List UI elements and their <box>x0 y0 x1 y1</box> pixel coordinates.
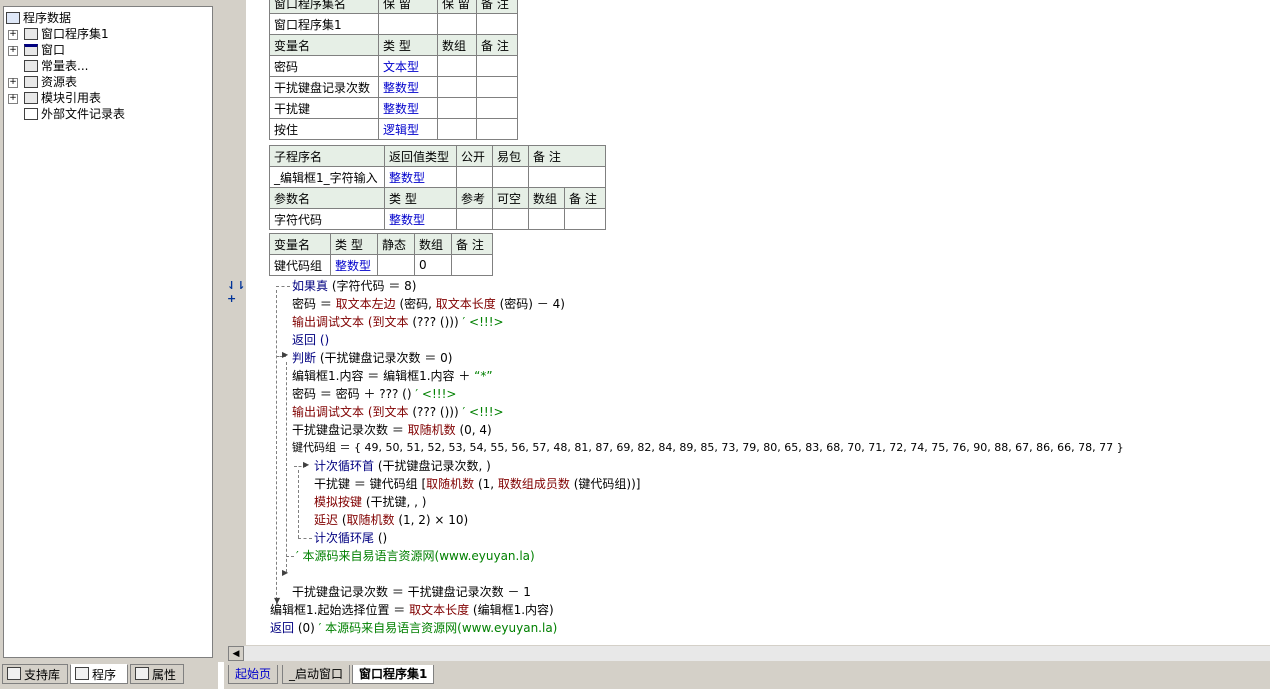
code-line[interactable]: 密码 ＝ 取文本左边 (密码, 取文本长度 (密码) － 4) <box>292 295 565 313</box>
table-row: 变量名 类 型 静态 数组 备 注 <box>269 233 493 255</box>
flow-marker-icon[interactable]: ⇃⇂ + <box>227 279 246 305</box>
code-line[interactable]: 干扰键盘记录次数 ＝ 取随机数 (0, 4) <box>292 421 492 439</box>
code-line[interactable]: ′ 本源码来自易语言资源网(www.eyuyan.la) <box>296 547 535 565</box>
library-icon <box>7 667 21 680</box>
code-line[interactable]: 编辑框1.起始选择位置 ＝ 取文本长度 (编辑框1.内容) <box>270 601 554 619</box>
editor-tabs: 起始页 _启动窗口 窗口程序集1 <box>224 662 1270 689</box>
resource-icon <box>24 76 38 88</box>
loop-guide-line <box>298 538 312 539</box>
code-line[interactable]: 输出调试文本 (到文本 (??? ())) ′ <!!!> <box>292 403 504 421</box>
tree-root[interactable]: 程序数据 <box>6 10 71 26</box>
code-line[interactable]: 如果真 (字符代码 ＝ 8) <box>292 277 416 295</box>
assembly-icon <box>24 28 38 40</box>
code-line[interactable]: 密码 ＝ 密码 ＋ ??? () ′ <!!!> <box>292 385 456 403</box>
tab-properties[interactable]: 属性 <box>130 664 184 684</box>
program-icon <box>75 667 89 680</box>
flow-guide-line <box>286 362 287 572</box>
flow-guide-line <box>276 286 290 287</box>
window-icon <box>24 44 38 56</box>
tab-startup-window[interactable]: _启动窗口 <box>282 665 351 684</box>
table-row: 参数名 类 型 参考 可空 数组 备 注 <box>269 187 606 209</box>
code-line[interactable]: 输出调试文本 (到文本 (??? ())) ′ <!!!> <box>292 313 504 331</box>
file-icon <box>24 108 38 120</box>
code-line[interactable]: 返回 (0) ′ 本源码来自易语言资源网(www.eyuyan.la) <box>270 619 557 637</box>
table-row[interactable]: 字符代码 整数型 <box>269 208 606 230</box>
properties-icon <box>135 667 149 680</box>
loop-arrow-icon: ▶ <box>303 460 310 469</box>
table-row[interactable]: _编辑框1_字符输入 整数型 <box>269 166 606 188</box>
code-line[interactable]: 计次循环首 (干扰键盘记录次数, ) <box>314 457 491 475</box>
code-line[interactable]: 模拟按键 (干扰键, , ) <box>314 493 426 511</box>
code-line[interactable]: 判断 (干扰键盘记录次数 ＝ 0) <box>292 349 452 367</box>
flow-arrow-icon: ▶ <box>282 350 289 359</box>
program-data-icon <box>6 12 20 24</box>
project-tree: 程序数据 窗口程序集1 + 窗口 + 常量表... 资源表 + 模块引用表 + … <box>3 6 213 658</box>
tree-item-constants[interactable]: 常量表... <box>24 58 88 74</box>
table-row: 窗口程序集名 保 留 保 留 备 注 <box>269 0 518 14</box>
tree-item-external-files[interactable]: 外部文件记录表 <box>24 106 125 122</box>
expand-modules-icon[interactable]: + <box>8 94 18 104</box>
subroutine-table: 子程序名 返回值类型 公开 易包 备 注 _编辑框1_字符输入 整数型 参数名 … <box>269 145 606 230</box>
scroll-left-icon[interactable]: ◀ <box>228 646 244 661</box>
expand-assembly-icon[interactable]: + <box>8 30 18 40</box>
tab-window-assembly[interactable]: 窗口程序集1 <box>352 665 435 684</box>
flow-arrow-icon: ▶ <box>282 568 289 577</box>
table-row: 变量名 类 型 数组 备 注 <box>269 34 518 56</box>
code-gutter: ⇃⇂ + ▸▸ ▸▸ <box>224 0 266 645</box>
table-row[interactable]: 干扰键盘记录次数 整数型 <box>269 76 518 98</box>
expand-resources-icon[interactable]: + <box>8 78 18 88</box>
table-row[interactable]: 按住 逻辑型 <box>269 118 518 140</box>
tab-program[interactable]: 程序 <box>70 664 128 684</box>
table-row[interactable]: 键代码组 整数型 0 <box>269 254 493 276</box>
scroll-track[interactable] <box>244 646 1270 661</box>
code-line[interactable]: 计次循环尾 () <box>314 529 387 547</box>
tree-item-resources[interactable]: 资源表 <box>24 74 77 90</box>
code-line[interactable]: 干扰键 ＝ 键代码组 [取随机数 (1, 取数组成员数 (键代码组))] <box>314 475 640 493</box>
flow-guide-line <box>276 290 277 605</box>
tree-item-modules[interactable]: 模块引用表 <box>24 90 101 106</box>
tab-start-page[interactable]: 起始页 <box>228 665 279 684</box>
code-line[interactable]: 键代码组 ＝ { 49, 50, 51, 52, 53, 54, 55, 56,… <box>292 439 1124 457</box>
table-row[interactable]: 密码 文本型 <box>269 55 518 77</box>
code-line[interactable]: 返回 () <box>292 331 329 349</box>
assembly-table: 窗口程序集名 保 留 保 留 备 注 窗口程序集1 变量名 类 型 数组 备 注… <box>269 0 518 140</box>
flow-guide-line <box>286 556 294 557</box>
horizontal-scrollbar[interactable]: ◀ <box>224 645 1270 662</box>
constant-icon <box>24 60 38 72</box>
table-row[interactable]: 窗口程序集1 <box>269 13 518 35</box>
code-line[interactable]: 延迟 (取随机数 (1, 2) × 10) <box>314 511 468 529</box>
code-line[interactable]: 编辑框1.内容 ＝ 编辑框1.内容 ＋ “*” <box>292 367 493 385</box>
code-editor[interactable]: 窗口程序集名 保 留 保 留 备 注 窗口程序集1 变量名 类 型 数组 备 注… <box>246 0 1270 645</box>
code-line[interactable]: 干扰键盘记录次数 ＝ 干扰键盘记录次数 － 1 <box>292 583 531 601</box>
module-icon <box>24 92 38 104</box>
project-panel: 程序数据 窗口程序集1 + 窗口 + 常量表... 资源表 + 模块引用表 + … <box>0 0 219 662</box>
expand-window-icon[interactable]: + <box>8 46 18 56</box>
table-row: 子程序名 返回值类型 公开 易包 备 注 <box>269 145 606 167</box>
local-var-table: 变量名 类 型 静态 数组 备 注 键代码组 整数型 0 <box>269 233 493 276</box>
table-row[interactable]: 干扰键 整数型 <box>269 97 518 119</box>
tab-support-library[interactable]: 支持库 <box>2 664 68 684</box>
tree-item-assembly[interactable]: 窗口程序集1 <box>24 26 109 42</box>
loop-guide-line <box>298 470 299 538</box>
panel-tabs: 支持库 程序 属性 <box>0 662 218 689</box>
tree-item-window[interactable]: 窗口 <box>24 42 65 58</box>
